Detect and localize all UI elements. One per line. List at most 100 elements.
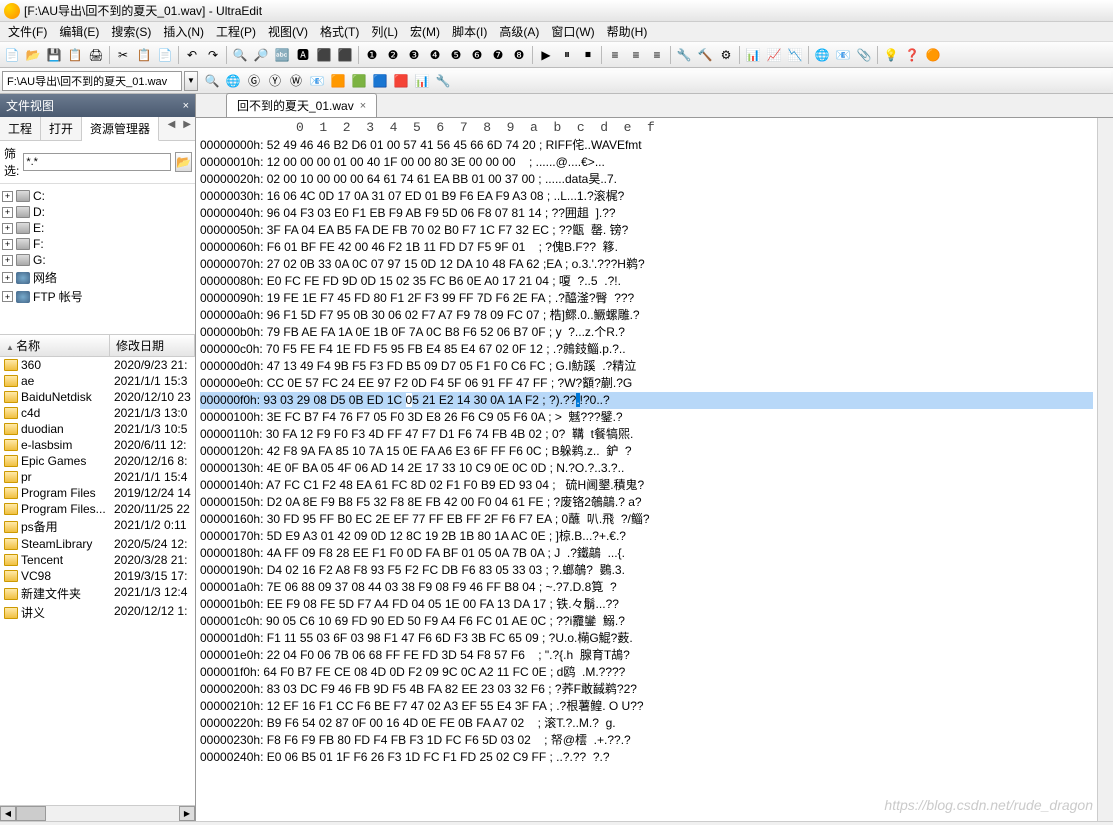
editor-tab[interactable]: 回不到的夏天_01.wav × — [226, 93, 377, 117]
filter-input[interactable] — [23, 153, 171, 171]
hex-line[interactable]: 00000230h: F8 F6 F9 FB 80 FD F4 FB F3 1D… — [200, 732, 1093, 749]
file-row[interactable]: Epic Games2020/12/16 8: — [0, 453, 195, 469]
menu-item[interactable]: 编辑(E) — [53, 21, 105, 42]
toolbar-button[interactable]: ❽ — [509, 45, 529, 65]
toolbar-button[interactable]: ▶ — [536, 45, 556, 65]
toolbar-button[interactable]: 📊 — [743, 45, 763, 65]
toolbar-button[interactable]: ≡ — [647, 45, 667, 65]
hex-line[interactable]: 00000190h: D4 02 16 F2 A8 F8 93 F5 F2 FC… — [200, 562, 1093, 579]
toolbar-button[interactable]: ⏹ — [578, 45, 598, 65]
toolbar-button[interactable]: 📧 — [307, 71, 327, 91]
expand-icon[interactable]: + — [2, 207, 13, 218]
drive-tree[interactable]: +C:+D:+E:+F:+G:+网络+FTP 帐号 — [0, 184, 195, 334]
toolbar-button[interactable]: 🔍 — [230, 45, 250, 65]
toolbar-button[interactable]: 📋 — [65, 45, 85, 65]
file-row[interactable]: Program Files2019/12/24 14 — [0, 485, 195, 501]
expand-icon[interactable]: + — [2, 272, 13, 283]
expand-icon[interactable]: + — [2, 223, 13, 234]
hex-line[interactable]: 000001f0h: 64 F0 B7 FE CE 08 4D 0D F2 09… — [200, 664, 1093, 681]
file-list[interactable]: 3602020/9/23 21:ae2021/1/1 15:3BaiduNetd… — [0, 357, 195, 805]
hex-line[interactable]: 00000010h: 12 00 00 00 01 00 40 1F 00 00… — [200, 154, 1093, 171]
tree-node[interactable]: +FTP 帐号 — [2, 287, 193, 306]
file-row[interactable]: VC982019/3/15 17: — [0, 568, 195, 584]
tree-node[interactable]: +D: — [2, 204, 193, 220]
toolbar-button[interactable]: 🟧 — [328, 71, 348, 91]
menu-item[interactable]: 工程(P) — [210, 21, 262, 42]
expand-icon[interactable]: + — [2, 191, 13, 202]
hex-line[interactable]: 000001d0h: F1 11 55 03 6F 03 98 F1 47 F6… — [200, 630, 1093, 647]
toolbar-button[interactable]: 📄 — [155, 45, 175, 65]
file-row[interactable]: 新建文件夹2021/1/3 12:4 — [0, 584, 195, 603]
toolbar-button[interactable]: 🔧 — [674, 45, 694, 65]
file-row[interactable]: duodian2021/1/3 10:5 — [0, 421, 195, 437]
scroll-left-icon[interactable]: ◀ — [0, 806, 16, 821]
menu-item[interactable]: 窗口(W) — [545, 21, 600, 42]
toolbar-button[interactable]: 📈 — [764, 45, 784, 65]
toolbar-button[interactable]: ❼ — [488, 45, 508, 65]
toolbar-button[interactable]: Ⓖ — [244, 71, 264, 91]
toolbar-button[interactable]: 🟥 — [391, 71, 411, 91]
toolbar-button[interactable]: 🌐 — [812, 45, 832, 65]
hex-line[interactable]: 00000030h: 16 06 4C 0D 17 0A 31 07 ED 01… — [200, 188, 1093, 205]
file-row[interactable]: Tencent2020/3/28 21: — [0, 552, 195, 568]
toolbar-button[interactable]: 📋 — [134, 45, 154, 65]
menu-item[interactable]: 列(L) — [365, 21, 404, 42]
hex-line[interactable]: 00000100h: 3E FC B7 F4 76 F7 05 F0 3D E8… — [200, 409, 1093, 426]
toolbar-button[interactable]: Ⓦ — [286, 71, 306, 91]
menu-item[interactable]: 视图(V) — [262, 21, 314, 42]
editor-vscroll[interactable] — [1097, 118, 1113, 821]
file-row[interactable]: 3602020/9/23 21: — [0, 357, 195, 373]
toolbar-button[interactable]: 🌐 — [223, 71, 243, 91]
hex-line[interactable]: 000000c0h: 70 F5 FE F4 1E FD F5 95 FB E4… — [200, 341, 1093, 358]
hex-line[interactable]: 00000000h: 52 49 46 46 B2 D6 01 00 57 41… — [200, 137, 1093, 154]
toolbar-button[interactable]: 🟠 — [923, 45, 943, 65]
tab-nav-left-icon[interactable]: ◀ — [164, 117, 180, 140]
file-row[interactable]: c4d2021/1/3 13:0 — [0, 405, 195, 421]
hex-line[interactable]: 000001a0h: 7E 06 88 09 37 08 44 03 38 F9… — [200, 579, 1093, 596]
hex-line[interactable]: 00000150h: D2 0A 8E F9 B8 F5 32 F8 8E FB… — [200, 494, 1093, 511]
hex-line[interactable]: 00000180h: 4A FF 09 F8 28 EE F1 F0 0D FA… — [200, 545, 1093, 562]
toolbar-button[interactable]: 📂 — [23, 45, 43, 65]
hex-line[interactable]: 00000200h: 83 03 DC F9 46 FB 9D F5 4B FA… — [200, 681, 1093, 698]
tab-nav-right-icon[interactable]: ▶ — [179, 117, 195, 140]
hex-line[interactable]: 00000130h: 4E 0F BA 05 4F 06 AD 14 2E 17… — [200, 460, 1093, 477]
toolbar-button[interactable]: ❺ — [446, 45, 466, 65]
toolbar-button[interactable]: 🔎 — [251, 45, 271, 65]
tree-node[interactable]: +E: — [2, 220, 193, 236]
hex-line[interactable]: 00000040h: 96 04 F3 03 E0 F1 EB F9 AB F9… — [200, 205, 1093, 222]
menu-item[interactable]: 高级(A) — [493, 21, 545, 42]
file-row[interactable]: BaiduNetdisk2020/12/10 23 — [0, 389, 195, 405]
menu-item[interactable]: 格式(T) — [314, 21, 365, 42]
toolbar-button[interactable]: ❹ — [425, 45, 445, 65]
hex-line[interactable]: 00000080h: E0 FC FE FD 9D 0D 15 02 35 FC… — [200, 273, 1093, 290]
toolbar-button[interactable]: 🔤 — [272, 45, 292, 65]
expand-icon[interactable]: + — [2, 255, 13, 266]
toolbar-button[interactable]: 📧 — [833, 45, 853, 65]
hex-line[interactable]: 00000160h: 30 FD 95 FF B0 EC 2E EF 77 FF… — [200, 511, 1093, 528]
tree-node[interactable]: +F: — [2, 236, 193, 252]
tree-node[interactable]: +C: — [2, 188, 193, 204]
file-row[interactable]: e-lasbsim2020/6/11 12: — [0, 437, 195, 453]
hex-line[interactable]: 00000140h: A7 FC C1 F2 48 EA 61 FC 8D 02… — [200, 477, 1093, 494]
tab-open[interactable]: 打开 — [41, 117, 82, 140]
toolbar-button[interactable]: 📎 — [854, 45, 874, 65]
toolbar-button[interactable]: 🅰 — [293, 45, 313, 65]
toolbar-button[interactable]: ❓ — [902, 45, 922, 65]
hex-line[interactable]: 00000050h: 3F FA 04 EA B5 FA DE FB 70 02… — [200, 222, 1093, 239]
filter-browse-button[interactable]: 📂 — [175, 152, 192, 172]
toolbar-button[interactable]: ✂ — [113, 45, 133, 65]
menu-item[interactable]: 插入(N) — [157, 21, 210, 42]
toolbar-button[interactable]: Ⓨ — [265, 71, 285, 91]
hex-line[interactable]: 000000f0h: 93 03 29 08 D5 0B ED 1C 05 21… — [200, 392, 1093, 409]
expand-icon[interactable]: + — [2, 291, 13, 302]
toolbar-button[interactable]: 📉 — [785, 45, 805, 65]
file-row[interactable]: ae2021/1/1 15:3 — [0, 373, 195, 389]
col-date[interactable]: 修改日期 — [110, 335, 195, 356]
col-name[interactable]: 名称 — [0, 335, 110, 356]
tree-node[interactable]: +网络 — [2, 268, 193, 287]
hex-line[interactable]: 00000020h: 02 00 10 00 00 00 64 61 74 61… — [200, 171, 1093, 188]
path-dropdown[interactable]: ▼ — [184, 71, 198, 91]
tab-project[interactable]: 工程 — [0, 117, 41, 140]
menu-item[interactable]: 脚本(I) — [446, 21, 493, 42]
hex-line[interactable]: 00000120h: 42 F8 9A FA 85 10 7A 15 0E FA… — [200, 443, 1093, 460]
